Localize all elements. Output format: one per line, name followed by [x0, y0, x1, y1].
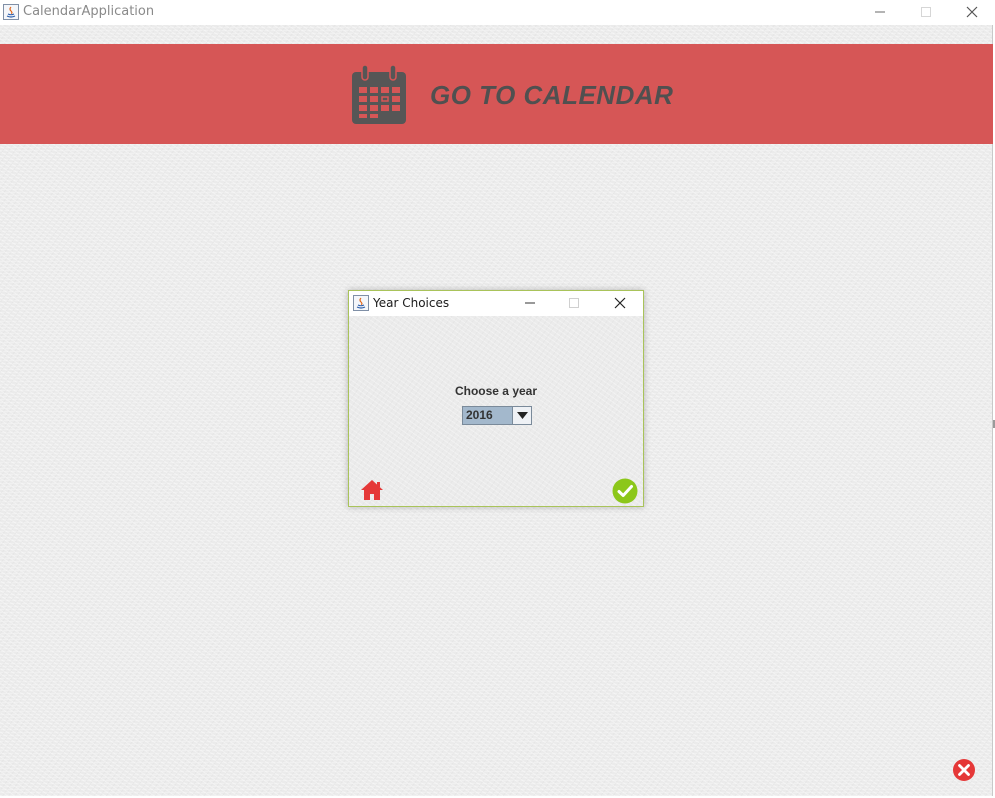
banner-title[interactable]: GO TO CALENDAR: [430, 80, 673, 111]
choose-year-label: Choose a year: [454, 384, 538, 398]
home-button[interactable]: [360, 479, 384, 501]
maximize-icon: [569, 298, 579, 308]
window-titlebar[interactable]: CalendarApplication: [0, 0, 995, 25]
home-icon: [361, 480, 383, 500]
close-button[interactable]: [949, 0, 995, 25]
dialog-title: Year Choices: [373, 296, 450, 310]
dialog-body: Choose a year 2016: [349, 316, 643, 506]
dropdown-arrow-button[interactable]: [512, 407, 531, 424]
maximize-button[interactable]: [903, 0, 949, 25]
dialog-close-button[interactable]: [598, 291, 642, 316]
close-circle-icon: [953, 759, 975, 781]
java-app-icon: [3, 4, 19, 20]
year-choices-dialog: Year Choices Choose a year 2016: [348, 290, 644, 507]
minimize-icon: [875, 11, 885, 13]
maximize-icon: [921, 7, 931, 17]
minimize-icon: [525, 302, 535, 304]
exit-button[interactable]: [952, 758, 976, 782]
dialog-maximize-button[interactable]: [552, 291, 596, 316]
java-app-icon: [353, 295, 369, 311]
chevron-down-icon: [517, 412, 528, 419]
dialog-minimize-button[interactable]: [508, 291, 552, 316]
header-banner: GO TO CALENDAR: [0, 44, 993, 144]
window-title: CalendarApplication: [23, 4, 155, 19]
year-select[interactable]: 2016: [462, 406, 532, 425]
year-selected-value[interactable]: 2016: [463, 407, 512, 424]
check-circle-icon: [612, 478, 638, 504]
dialog-titlebar[interactable]: Year Choices: [349, 291, 643, 316]
confirm-button[interactable]: [612, 478, 638, 504]
main-window: CalendarApplication GO TO CALENDAR Year …: [0, 0, 995, 798]
calendar-icon: [349, 62, 409, 133]
close-icon: [966, 6, 978, 18]
top-strip: [0, 25, 993, 44]
minimize-button[interactable]: [857, 0, 903, 25]
close-icon: [614, 297, 626, 309]
